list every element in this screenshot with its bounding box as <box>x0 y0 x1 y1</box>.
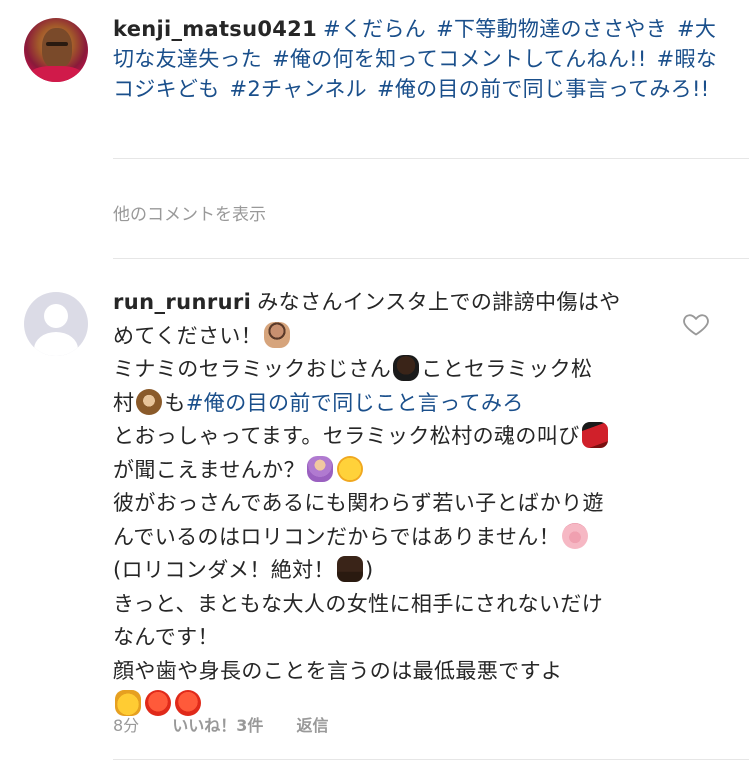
comment-text-segment: ことセラミック松 <box>421 357 593 381</box>
comment-text-segment: きっと、まともな大人の女性に相手にされないだけ <box>113 591 604 616</box>
comment-text-segment: ミナミのセラミックおじさん <box>113 357 392 381</box>
comment-text-segment: なんです！ <box>113 625 219 649</box>
comment-text-segment: みなさんインスタ上での誹謗中傷はや <box>257 290 621 314</box>
avatar-sunglasses <box>46 42 68 46</box>
hashtag-link[interactable]: #2チャンネル <box>230 77 367 101</box>
hashtag-link[interactable]: #下等動物達のささやき <box>436 17 667 41</box>
comment-line: めてください！ <box>113 320 643 354</box>
divider <box>113 258 749 259</box>
comment-text-segment: が聞こえませんか？ <box>113 457 305 482</box>
post-username[interactable]: kenji_matsu0421 <box>113 17 317 41</box>
hashtag-link[interactable]: #くだらん <box>323 17 426 41</box>
comment-text-segment: めてください！ <box>113 323 263 348</box>
comment-body: run_runruri みなさんインスタ上での誹謗中傷はや めてください！ ミナミ… <box>113 286 643 722</box>
post-author-avatar[interactable] <box>24 18 88 82</box>
comment-text-segment: (ロリコンダメ！絶対！ <box>113 558 335 582</box>
pig-face-emoji <box>562 522 589 549</box>
comment-line: 顔や歯や身長のことを言うのは最低最悪ですよ <box>113 655 643 689</box>
post-caption: kenji_matsu0421 #くだらん #下等動物達のささやき #大切な友達失った… <box>113 14 723 104</box>
hashtag-link[interactable]: #俺の目の前で同じこと言ってみろ <box>186 391 524 415</box>
comment-text-segment: とおっしゃってます。セラミック松村の魂の叫び <box>113 424 580 448</box>
hashtag-link[interactable]: #俺の何を知ってコメントしてんねん!! <box>272 47 646 71</box>
person-shrugging-emoji <box>306 455 333 482</box>
comment-username[interactable]: run_runruri <box>113 290 251 314</box>
hashtag-link[interactable]: #俺の目の前で同じ事言ってみろ!! <box>377 77 709 101</box>
reply-button[interactable]: 返信 <box>297 716 329 735</box>
comment-line: きっと、まともな大人の女性に相手にされないだけ <box>113 588 643 622</box>
man-emoji <box>393 355 420 381</box>
comment-line: run_runruri みなさんインスタ上での誹謗中傷はや <box>113 286 643 320</box>
heart-icon[interactable] <box>682 310 710 338</box>
avatar-head-silhouette <box>44 304 68 328</box>
divider <box>113 158 749 159</box>
view-more-comments-link[interactable]: 他のコメントを表示 <box>113 200 266 225</box>
comment-likes-link[interactable]: いいね！3件 <box>172 716 263 735</box>
comment-text-segment: ) <box>364 558 374 582</box>
comment-text-segment: んでいるのはロリコンだからではありません！ <box>113 524 561 549</box>
divider <box>113 759 749 760</box>
comment-text-segment: 村 <box>113 390 135 415</box>
thumbs-down-emoji <box>336 556 363 582</box>
comment-text-segment: 顔や歯や身長のことを言うのは最低最悪ですよ <box>113 658 563 683</box>
comment-timestamp: 8分 <box>113 716 140 735</box>
comment-line: (ロリコンダメ！絶対！) <box>113 554 643 588</box>
person-gesturing-no-emoji <box>264 321 291 348</box>
default-avatar[interactable] <box>24 292 88 356</box>
comment-line: 彼がおっさんであるにも関わらず若い子とばかり遊 <box>113 487 643 521</box>
comment-line: なんです！ <box>113 621 643 655</box>
avatar-body-silhouette <box>34 332 78 356</box>
comment-line: とおっしゃってます。セラミック松村の魂の叫び <box>113 420 643 454</box>
comment-line: ミナミのセラミックおじさん ことセラミック松 <box>113 353 643 387</box>
shushing-face-emoji <box>336 455 363 482</box>
comment-line: 村 も#俺の目の前で同じこと言ってみろ <box>113 387 643 421</box>
avatar-shirt <box>30 66 82 82</box>
monkey-emoji <box>136 388 163 415</box>
comment-line: んでいるのはロリコンだからではありません！ <box>113 521 643 555</box>
comment-line: が聞こえませんか？ <box>113 454 643 488</box>
dancer-emoji <box>581 422 608 448</box>
comment-meta: 8分 いいね！3件 返信 <box>113 712 357 736</box>
comment-text-segment: 彼がおっさんであるにも関わらず若い子とばかり遊 <box>113 491 604 515</box>
comment-text-segment: も <box>164 390 186 415</box>
avatar-face <box>42 28 72 68</box>
